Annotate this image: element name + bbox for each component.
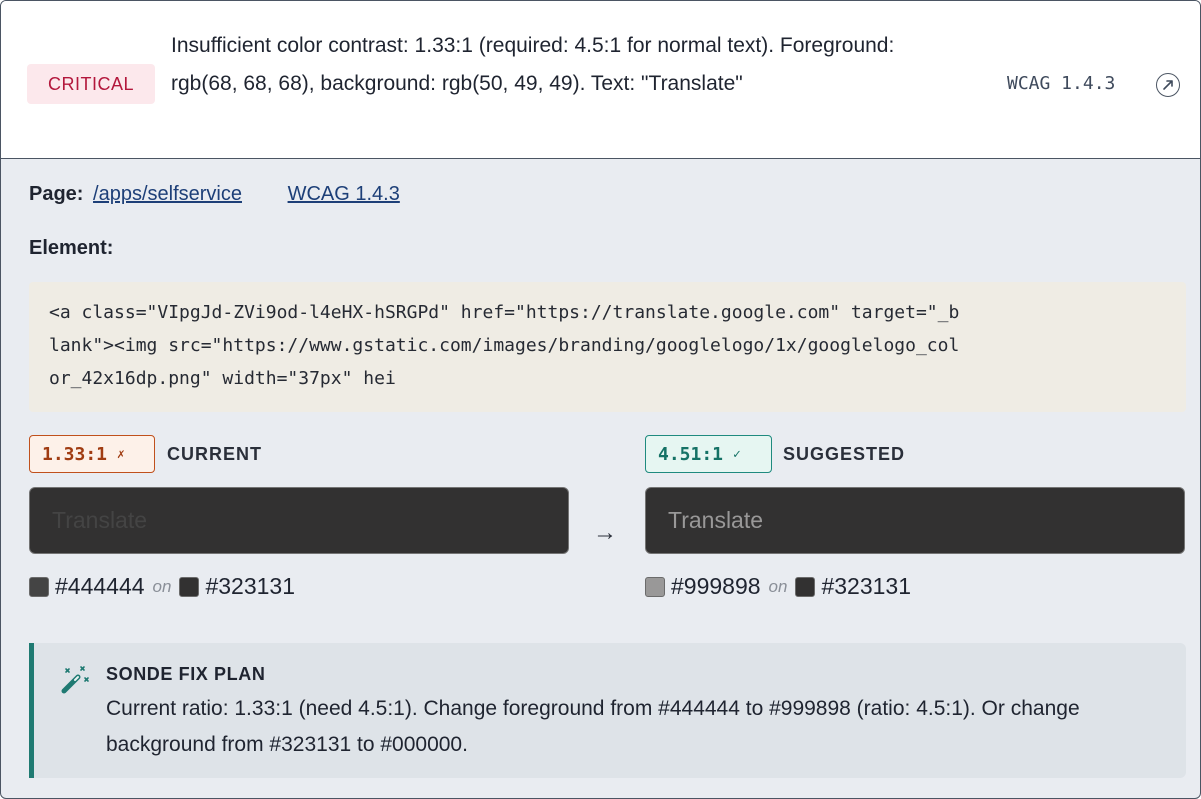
- suggested-sample-text: Translate: [668, 507, 764, 533]
- arrow-right-icon: →: [593, 519, 617, 546]
- fix-plan-body: Current ratio: 1.33:1 (need 4.5:1). Chan…: [106, 697, 1080, 756]
- suggested-bg-hex: #323131: [821, 573, 912, 599]
- issue-description: Insufficient color contrast: 1.33:1 (req…: [171, 34, 895, 95]
- current-caption: CURRENT: [167, 444, 262, 464]
- fail-icon: ✗: [117, 446, 125, 462]
- suggested-ratio: 4.51:1: [658, 443, 724, 465]
- suggested-colors: #999898 on #323131: [645, 573, 911, 600]
- current-fg-hex: #444444: [55, 573, 145, 599]
- page-label: Page:: [29, 183, 84, 205]
- magic-wand-icon: [61, 666, 89, 694]
- external-link-icon[interactable]: [1156, 73, 1180, 97]
- suggested-fg-swatch: [645, 576, 665, 597]
- suggested-sample: Translate: [645, 487, 1185, 554]
- current-sample-text: Translate: [52, 507, 148, 533]
- element-code: <a class="VIpgJd-ZVi9od-l4eHX-hSRGPd" hr…: [29, 282, 1186, 412]
- suggested-bg-swatch: [795, 576, 816, 597]
- current-bg-hex: #323131: [205, 573, 296, 599]
- current-ratio: 1.33:1: [42, 443, 108, 465]
- issue-header[interactable]: CRITICAL Insufficient color contrast: 1.…: [1, 1, 1200, 159]
- suggested-ratio-badge: 4.51:1 ✓: [645, 435, 772, 473]
- issue-meta: Page: /apps/selfservice WCAG 1.4.3: [29, 183, 400, 206]
- fix-plan-title: SONDE FIX PLAN: [106, 664, 266, 684]
- element-label: Element:: [29, 237, 114, 259]
- current-ratio-badge: 1.33:1 ✗: [29, 435, 155, 473]
- current-sample: Translate: [29, 487, 569, 554]
- current-bg-swatch: [179, 576, 200, 597]
- on-label: on: [768, 576, 788, 596]
- current-fg-swatch: [29, 576, 49, 597]
- suggested-caption: SUGGESTED: [783, 444, 906, 464]
- issue-card: CRITICAL Insufficient color contrast: 1.…: [0, 0, 1201, 799]
- current-colors: #444444 on #323131: [29, 573, 295, 600]
- on-label: on: [152, 576, 172, 596]
- fix-plan: SONDE FIX PLAN Current ratio: 1.33:1 (ne…: [29, 643, 1186, 778]
- page-link[interactable]: /apps/selfservice: [93, 183, 242, 205]
- check-icon: ✓: [733, 446, 741, 462]
- wcag-criterion: WCAG 1.4.3: [1007, 73, 1116, 94]
- wcag-link[interactable]: WCAG 1.4.3: [288, 183, 400, 205]
- suggested-fg-hex: #999898: [671, 573, 761, 599]
- severity-badge: CRITICAL: [27, 64, 155, 104]
- arrow-up-right-icon: [1163, 80, 1173, 90]
